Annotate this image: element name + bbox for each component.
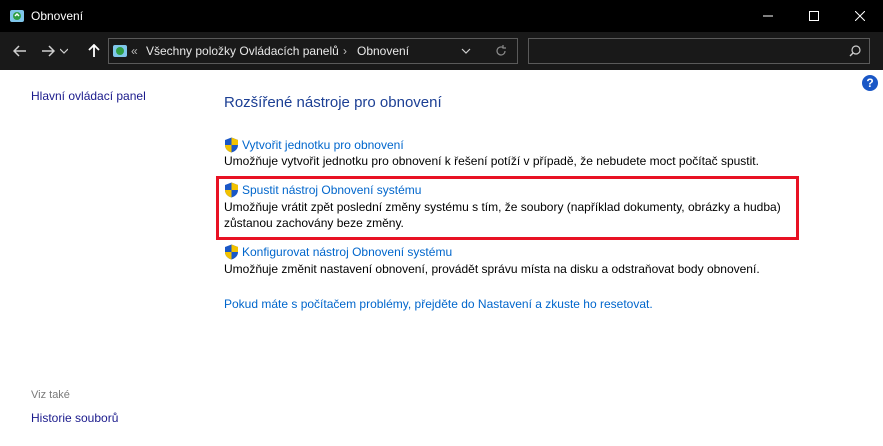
navigation-bar: « Všechny položky Ovládacích panelů › Ob… — [0, 32, 883, 70]
create-recovery-drive-link[interactable]: Vytvořit jednotku pro obnovení — [242, 138, 404, 152]
configure-system-restore-link[interactable]: Konfigurovat nástroj Obnovení systému — [242, 245, 452, 259]
configure-system-restore-description: Umožňuje změnit nastavení obnovení, prov… — [224, 262, 760, 276]
control-panel-recovery-icon — [10, 10, 24, 22]
see-also-heading: Viz také — [31, 389, 70, 401]
address-overflow[interactable]: « — [131, 39, 138, 63]
breadcrumb-separator[interactable]: › — [343, 39, 347, 63]
close-button[interactable] — [837, 0, 883, 32]
open-system-restore-link[interactable]: Spustit nástroj Obnovení systému — [242, 183, 421, 197]
reset-pc-link[interactable]: Pokud máte s počítačem problémy, přejdět… — [224, 297, 653, 311]
address-bar[interactable]: « Všechny položky Ovládacích panelů › Ob… — [108, 38, 518, 64]
up-button[interactable] — [82, 39, 106, 63]
arrow-right-icon — [42, 45, 55, 57]
create-recovery-drive-description: Umožňuje vytvořit jednotku pro obnovení … — [224, 154, 759, 168]
file-history-link[interactable]: Historie souborů — [31, 411, 118, 425]
address-dropdown-icon[interactable] — [461, 48, 471, 55]
forward-button[interactable] — [36, 39, 60, 63]
uac-shield-icon — [225, 137, 238, 153]
title-bar: Obnovení — [0, 0, 883, 32]
minimize-icon — [763, 15, 773, 17]
arrow-left-icon — [13, 45, 26, 57]
uac-shield-icon — [225, 244, 238, 260]
recent-locations-button[interactable] — [58, 39, 70, 63]
open-system-restore-description-line1: Umožňuje vrátit zpět poslední změny syst… — [224, 200, 781, 214]
search-icon[interactable] — [849, 45, 861, 57]
left-navigation — [0, 70, 200, 446]
arrow-up-icon — [88, 44, 100, 57]
window-title: Obnovení — [31, 9, 84, 23]
breadcrumb-recovery[interactable]: Obnovení — [357, 39, 409, 63]
refresh-icon[interactable] — [494, 44, 508, 58]
control-panel-icon — [113, 45, 127, 57]
control-panel-home-link[interactable]: Hlavní ovládací panel — [31, 89, 146, 103]
page-title: Rozšířené nástroje pro obnovení — [224, 94, 442, 111]
minimize-button[interactable] — [745, 0, 791, 32]
back-button[interactable] — [8, 39, 32, 63]
chevron-down-icon — [60, 48, 68, 54]
search-box[interactable] — [528, 38, 870, 64]
open-system-restore-description-line2: zůstanou zachovány beze změny. — [224, 216, 404, 230]
close-icon — [855, 11, 865, 21]
maximize-button[interactable] — [791, 0, 837, 32]
maximize-icon — [809, 11, 819, 21]
breadcrumb-all-control-panel-items[interactable]: Všechny položky Ovládacích panelů — [146, 39, 339, 63]
help-button[interactable]: ? — [862, 75, 878, 91]
uac-shield-icon — [225, 182, 238, 198]
search-input[interactable] — [529, 39, 833, 63]
